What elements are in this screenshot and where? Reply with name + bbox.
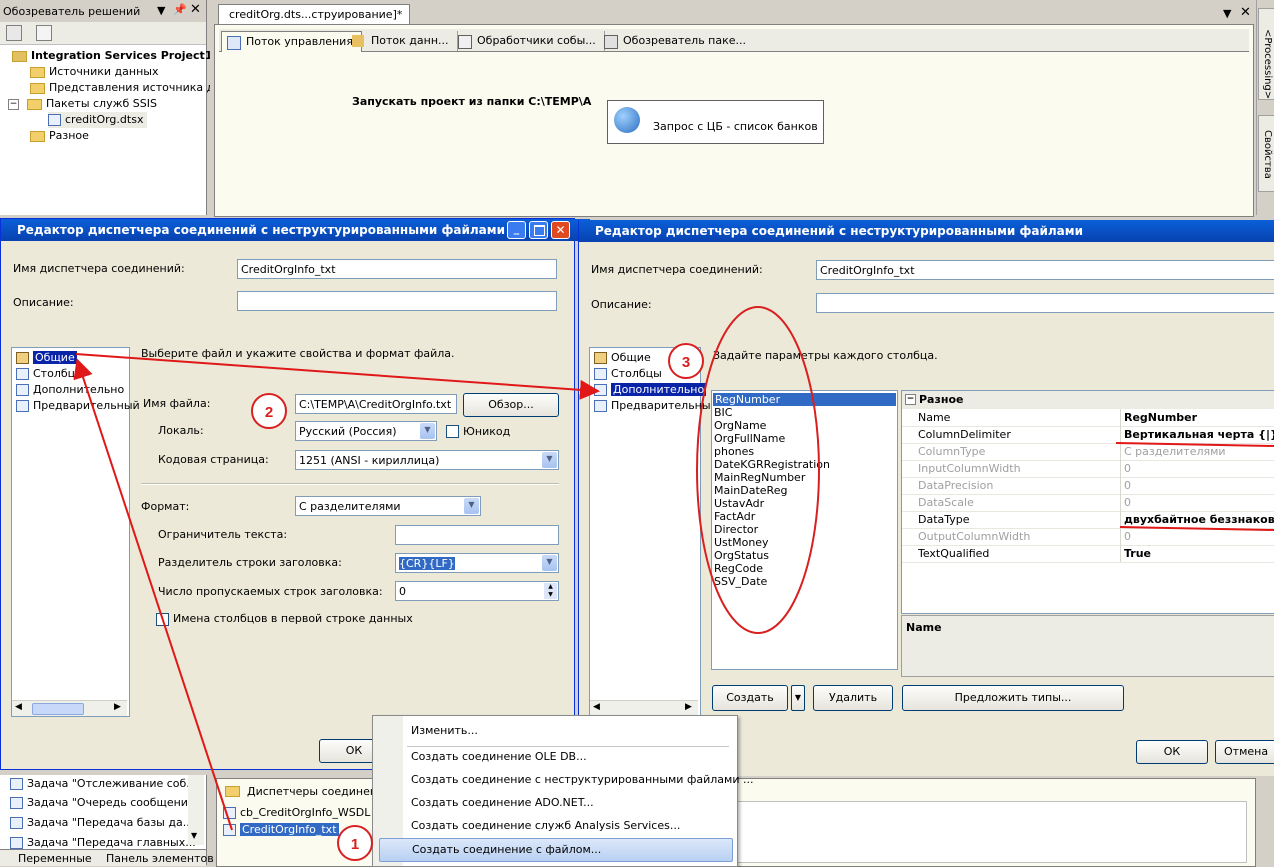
annotation-overlay: 1 2 3 (73, 306, 1274, 861)
callout-2: 2 (251, 393, 287, 429)
callout-1-label: 1 (351, 836, 359, 853)
callout-3: 3 (668, 343, 704, 379)
callout-2-label: 2 (265, 404, 273, 421)
arrow-general-to-advanced (75, 353, 600, 400)
underline-column-delimiter (1115, 442, 1274, 447)
arrow-conn-to-general (73, 358, 233, 831)
underline-data-type (1119, 526, 1274, 531)
callout-3-label: 3 (682, 354, 690, 371)
columns-highlight-ellipse (696, 306, 820, 634)
callout-1: 1 (337, 825, 373, 861)
